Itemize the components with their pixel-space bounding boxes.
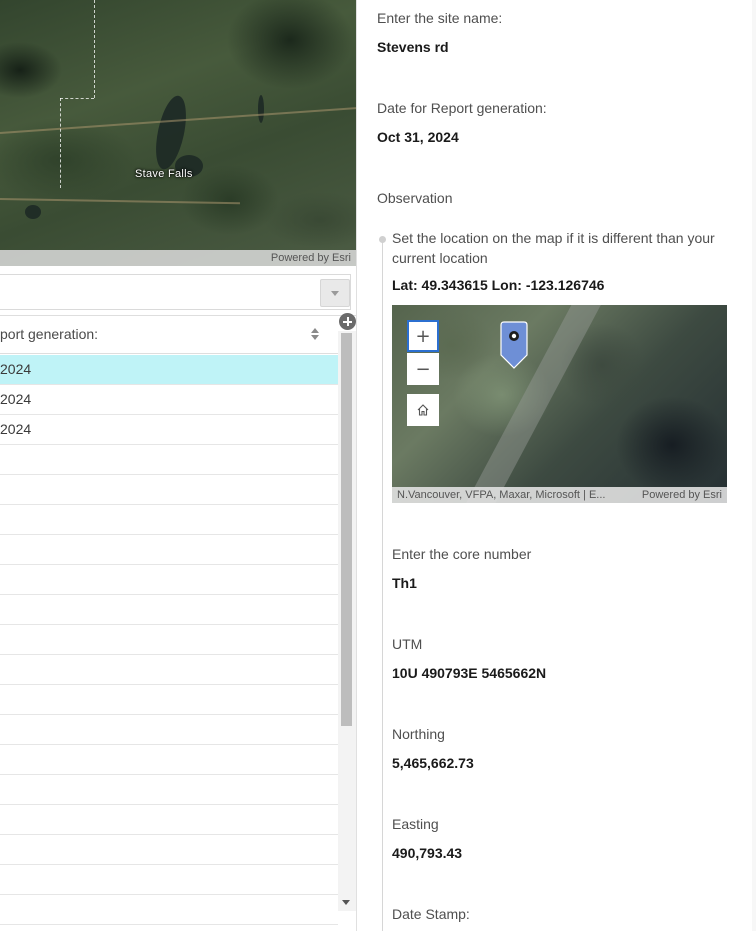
location-pin-icon[interactable] (500, 321, 528, 369)
map-boundary (60, 98, 94, 99)
core-number-value[interactable]: Th1 (392, 575, 417, 591)
table-row[interactable] (0, 805, 338, 835)
table-row[interactable] (0, 835, 338, 865)
table-scrollbar-thumb[interactable] (341, 333, 352, 726)
table-header[interactable]: port generation: (0, 316, 338, 354)
table-row[interactable] (0, 775, 338, 805)
map-place-label: Stave Falls (135, 168, 193, 180)
home-button[interactable] (407, 394, 439, 426)
easting-label: Easting (392, 816, 439, 832)
table-scrollbar[interactable] (338, 331, 356, 911)
utm-label: UTM (392, 636, 423, 652)
map-lake (258, 95, 264, 123)
table-row[interactable] (0, 475, 338, 505)
main-map[interactable]: Stave Falls Powered by Esri (0, 0, 356, 266)
chevron-down-icon (331, 290, 339, 296)
group-dot-icon (379, 236, 386, 243)
northing-value[interactable]: 5,465,662.73 (392, 755, 474, 771)
northing-label: Northing (392, 726, 445, 742)
table-row[interactable] (0, 595, 338, 625)
map-attribution-esri: Powered by Esri (641, 489, 722, 501)
table-rows: 2024 2024 2024 (0, 355, 338, 925)
core-number-label: Enter the core number (392, 546, 532, 562)
scroll-down-icon[interactable] (342, 900, 350, 905)
report-date-label: Date for Report generation: (377, 100, 547, 116)
page-scrollbar[interactable] (752, 0, 756, 931)
map-boundary (94, 0, 95, 98)
table-row[interactable]: 2024 (0, 385, 338, 415)
form-pane: Enter the site name: Stevens rd Date for… (357, 0, 756, 931)
attribute-table: port generation: 2024 2024 2024 (0, 313, 356, 925)
map-attribution-sources[interactable]: N.Vancouver, VFPA, Maxar, Microsoft | E.… (397, 487, 605, 503)
zoom-in-button[interactable]: + (407, 320, 439, 352)
observation-group-label[interactable]: Observation (377, 190, 452, 206)
map-boundary (60, 98, 61, 188)
map-attribution: N.Vancouver, VFPA, Maxar, Microsoft | E.… (392, 487, 727, 503)
map-road (459, 305, 605, 503)
table-row[interactable]: 2024 (0, 415, 338, 445)
left-pane: Stave Falls Powered by Esri port generat… (0, 0, 357, 931)
easting-value[interactable]: 490,793.43 (392, 845, 462, 861)
table-row[interactable] (0, 535, 338, 565)
table-row[interactable] (0, 655, 338, 685)
map-attribution: Powered by Esri (0, 250, 356, 266)
location-map[interactable]: + − N.Vancouver, VFPA, Maxar, Microsoft … (392, 305, 727, 503)
report-date-value[interactable]: Oct 31, 2024 (377, 129, 459, 145)
group-divider-line (382, 240, 383, 931)
table-row[interactable] (0, 625, 338, 655)
sort-icon[interactable] (310, 328, 320, 342)
table-row[interactable] (0, 745, 338, 775)
table-row[interactable] (0, 865, 338, 895)
table-row[interactable] (0, 505, 338, 535)
map-lake (25, 205, 41, 219)
site-name-value[interactable]: Stevens rd (377, 39, 449, 55)
table-row[interactable]: 2024 (0, 355, 338, 385)
table-row[interactable] (0, 565, 338, 595)
table-row[interactable] (0, 445, 338, 475)
utm-value[interactable]: 10U 490793E 5465662N (392, 665, 546, 681)
filter-dropdown-button[interactable] (320, 279, 350, 307)
map-road (0, 198, 240, 205)
lat-lon-value: Lat: 49.343615 Lon: -123.126746 (392, 277, 605, 293)
location-instruction: Set the location on the map if it is dif… (392, 230, 715, 266)
filter-bar[interactable] (0, 274, 351, 310)
add-circle-icon[interactable] (339, 313, 356, 330)
zoom-out-button[interactable]: − (407, 353, 439, 385)
table-row[interactable] (0, 685, 338, 715)
site-name-label: Enter the site name: (377, 10, 503, 26)
home-icon (417, 404, 429, 416)
date-stamp-label: Date Stamp: (392, 906, 470, 922)
table-row[interactable] (0, 715, 338, 745)
column-header-report-date: port generation: (0, 326, 99, 342)
table-row[interactable] (0, 895, 338, 925)
